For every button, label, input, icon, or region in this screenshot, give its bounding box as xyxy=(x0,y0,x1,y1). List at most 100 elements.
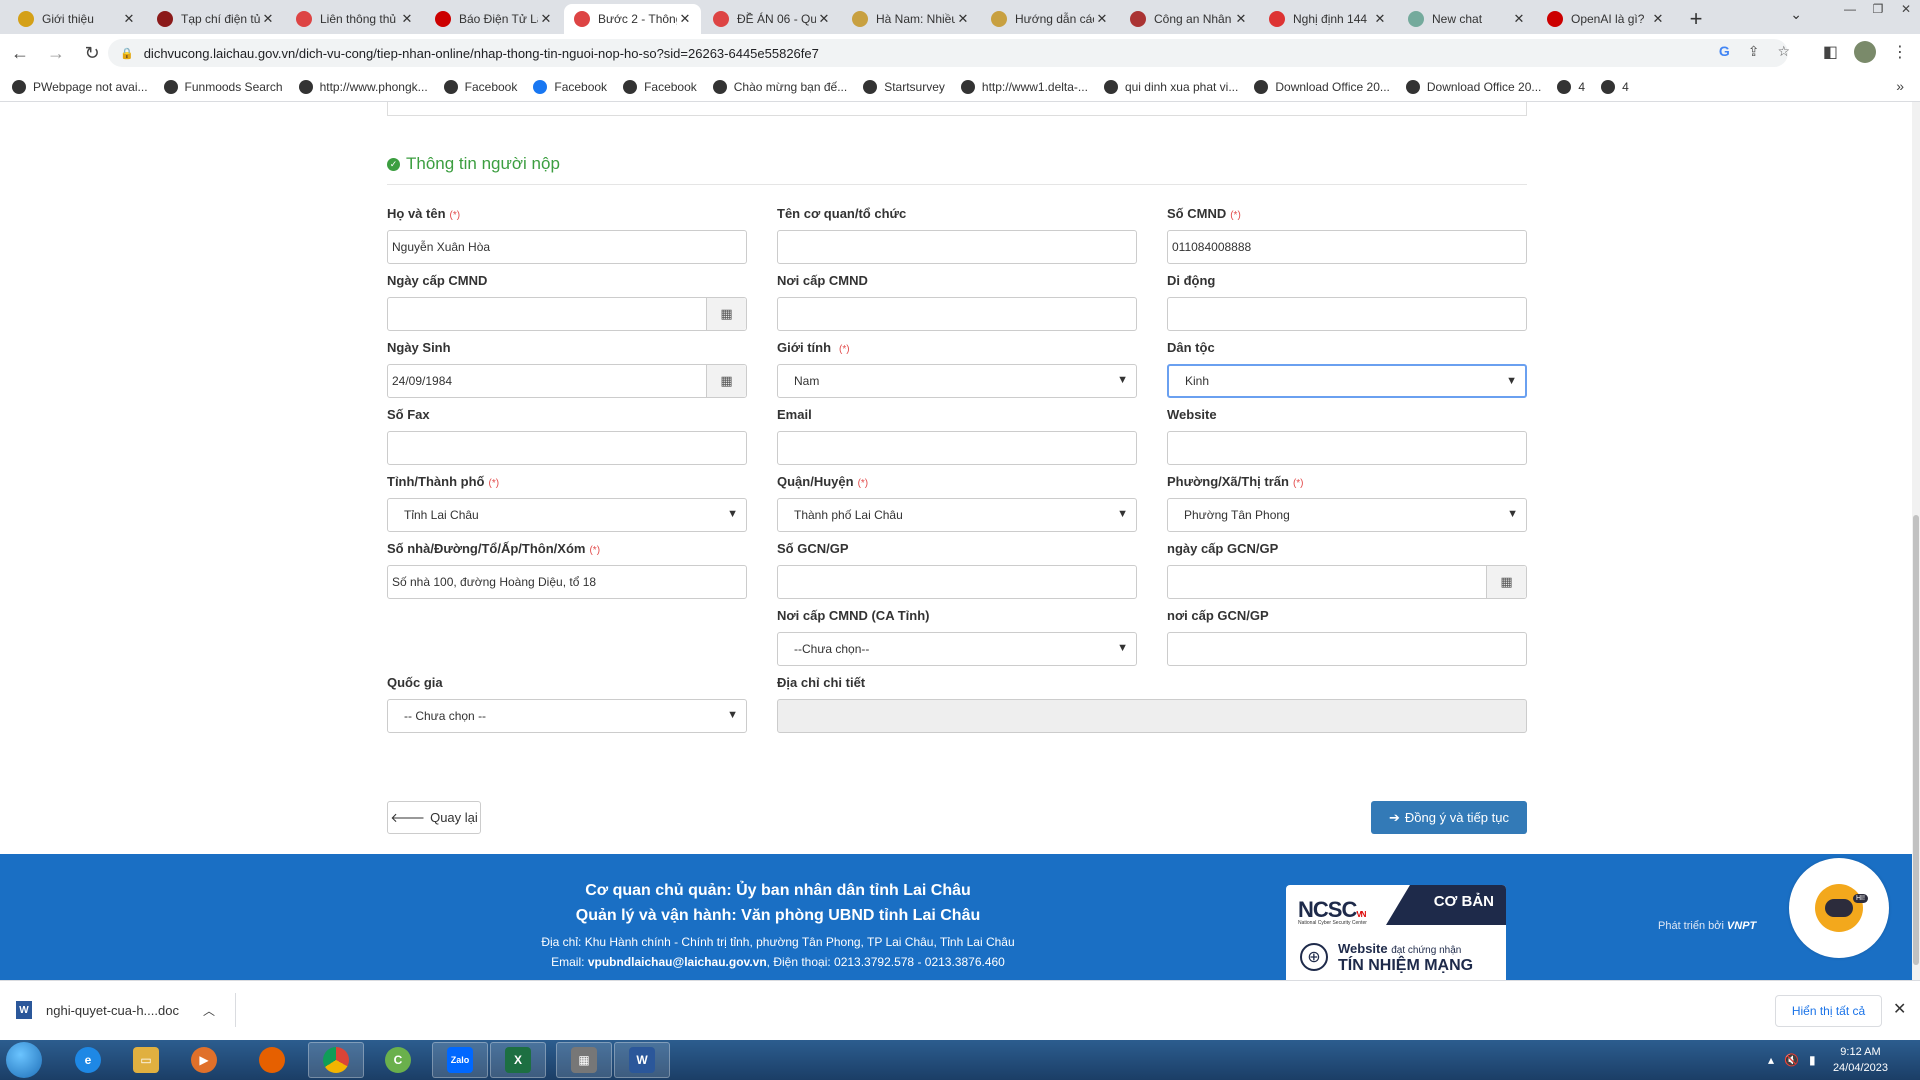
tab-search-icon[interactable]: ⌄ xyxy=(1790,6,1802,23)
ho-ten-input[interactable]: Nguyễn Xuân Hòa xyxy=(387,230,747,264)
bookmark-item[interactable]: Chào mừng bạn đế... xyxy=(712,79,847,94)
tab-close-icon[interactable]: ✕ xyxy=(1511,11,1527,27)
tab-close-icon[interactable]: ✕ xyxy=(399,11,415,27)
network-icon[interactable]: ▮ xyxy=(1809,1053,1816,1067)
tab-close-icon[interactable]: ✕ xyxy=(1233,11,1249,27)
so-gcn-input[interactable] xyxy=(777,565,1137,599)
taskbar-explorer[interactable]: ▭ xyxy=(118,1042,174,1078)
share-icon[interactable]: ⇪ xyxy=(1748,43,1760,60)
website-input[interactable] xyxy=(1167,431,1527,465)
so-fax-input[interactable] xyxy=(387,431,747,465)
reload-icon[interactable]: ↻ xyxy=(76,37,108,69)
tray-arrow-icon[interactable]: ▴ xyxy=(1768,1053,1774,1067)
so-cmnd-input[interactable]: 011084008888 xyxy=(1167,230,1527,264)
huyen-select[interactable]: Thành phố Lai Châu ▼ xyxy=(777,498,1137,532)
bookmark-item[interactable]: http://www.phongk... xyxy=(298,79,428,94)
profile-avatar[interactable] xyxy=(1854,41,1876,63)
tab-close-icon[interactable]: ✕ xyxy=(955,11,971,27)
noi-cap-input[interactable] xyxy=(777,297,1137,331)
bookmark-item[interactable]: http://www1.delta-... xyxy=(960,79,1088,94)
menu-dots-icon[interactable]: ⋮ xyxy=(1892,42,1908,62)
show-all-downloads-button[interactable]: Hiển thị tất cả xyxy=(1775,995,1882,1027)
browser-tab[interactable]: ĐỀ ÁN 06 - Quy ✕ xyxy=(703,4,840,34)
side-panel-icon[interactable]: ◧ xyxy=(1823,42,1838,62)
tab-close-icon[interactable]: ✕ xyxy=(1650,11,1666,27)
page-scrollbar[interactable] xyxy=(1912,102,1920,980)
bookmarks-more-icon[interactable]: » xyxy=(1896,78,1904,94)
tab-close-icon[interactable]: ✕ xyxy=(121,11,137,27)
back-button[interactable]: 🡐 Quay lại xyxy=(387,801,481,834)
email-input[interactable] xyxy=(777,431,1137,465)
bookmark-item[interactable]: Startsurvey xyxy=(863,79,945,94)
browser-tab[interactable]: Công an Nhân ✕ xyxy=(1120,4,1257,34)
browser-tab[interactable]: Liên thông thủ ✕ xyxy=(286,4,423,34)
back-arrow-icon[interactable]: ← xyxy=(4,37,36,69)
bookmark-item[interactable]: 4 xyxy=(1557,79,1585,94)
taskbar-calculator[interactable]: ▦ xyxy=(556,1042,612,1078)
browser-tab[interactable]: Giới thiệu ✕ xyxy=(8,4,145,34)
tab-close-icon[interactable]: ✕ xyxy=(260,11,276,27)
new-tab-button[interactable]: + xyxy=(1682,5,1710,33)
taskbar-word[interactable]: W xyxy=(614,1042,670,1078)
ngay-sinh-input[interactable]: 24/09/1984 ▦ xyxy=(387,364,747,398)
taskbar-firefox[interactable] xyxy=(244,1042,300,1078)
co-quan-input[interactable] xyxy=(777,230,1137,264)
taskbar-app-green[interactable]: C xyxy=(370,1042,426,1078)
browser-tab[interactable]: Hướng dẫn cách✕ xyxy=(981,4,1118,34)
restore-icon[interactable]: ❐ xyxy=(1864,0,1892,18)
chevron-up-icon[interactable]: ︿ xyxy=(203,1002,215,1019)
browser-tab[interactable]: Tạp chí điện tử ✕ xyxy=(147,4,284,34)
lock-icon[interactable]: 🔒 xyxy=(120,47,134,60)
bookmark-item[interactable]: qui dinh xua phat vi... xyxy=(1103,79,1238,94)
address-bar[interactable]: 🔒 dichvucong.laichau.gov.vn/dich-vu-cong… xyxy=(108,39,1788,67)
noi-cap-ca-select[interactable]: --Chưa chọn-- ▼ xyxy=(777,632,1137,666)
ngay-cap-gcn-input[interactable]: ▦ xyxy=(1167,565,1527,599)
scrollbar-thumb[interactable] xyxy=(1913,515,1919,965)
forward-arrow-icon[interactable]: → xyxy=(40,37,72,69)
calendar-icon[interactable]: ▦ xyxy=(1486,566,1526,598)
calendar-icon[interactable]: ▦ xyxy=(706,298,746,330)
dan-toc-select[interactable]: Kinh ▼ xyxy=(1167,364,1527,398)
bookmark-item[interactable]: Download Office 20... xyxy=(1405,79,1541,94)
close-download-bar-icon[interactable]: ✕ xyxy=(1893,999,1906,1019)
tab-close-icon[interactable]: ✕ xyxy=(538,11,554,27)
bookmark-item[interactable]: Facebook xyxy=(533,79,607,94)
bookmark-item[interactable]: Download Office 20... xyxy=(1254,79,1390,94)
url-text[interactable]: dichvucong.laichau.gov.vn/dich-vu-cong/t… xyxy=(144,46,819,61)
chatbot-button[interactable]: HI! xyxy=(1789,858,1889,958)
taskbar-chrome[interactable] xyxy=(308,1042,364,1078)
system-clock[interactable]: 9:12 AM 24/04/2023 xyxy=(1833,1044,1888,1076)
bookmark-item[interactable]: 4 xyxy=(1601,79,1629,94)
close-window-icon[interactable]: ✕ xyxy=(1892,0,1920,18)
agree-continue-button[interactable]: ➔ Đồng ý và tiếp tục xyxy=(1371,801,1527,834)
browser-tab[interactable]: New chat ✕ xyxy=(1398,4,1535,34)
tab-close-icon[interactable]: ✕ xyxy=(1094,11,1110,27)
browser-tab[interactable]: Bước 2 - Thông ✕ xyxy=(564,4,701,34)
minimize-icon[interactable]: — xyxy=(1836,0,1864,18)
browser-tab[interactable]: OpenAI là gì? ✕ xyxy=(1537,4,1674,34)
taskbar-media[interactable]: ▶ xyxy=(176,1042,232,1078)
taskbar-ie[interactable]: e xyxy=(60,1042,116,1078)
bookmark-item[interactable]: Facebook xyxy=(443,79,517,94)
download-item[interactable]: W nghi-quyet-cua-h....doc ︿ xyxy=(16,993,236,1027)
calendar-icon[interactable]: ▦ xyxy=(706,365,746,397)
di-dong-input[interactable] xyxy=(1167,297,1527,331)
tinh-select[interactable]: Tỉnh Lai Châu ▼ xyxy=(387,498,747,532)
quoc-gia-select[interactable]: -- Chưa chọn -- ▼ xyxy=(387,699,747,733)
bookmark-item[interactable]: PWebpage not avai... xyxy=(12,79,148,94)
so-nha-input[interactable]: Số nhà 100, đường Hoàng Diệu, tổ 18 xyxy=(387,565,747,599)
browser-tab[interactable]: Nghị định 144 ✕ xyxy=(1259,4,1396,34)
volume-muted-icon[interactable]: 🔇 xyxy=(1784,1053,1799,1067)
google-icon[interactable]: G xyxy=(1719,43,1730,60)
noi-cap-gcn-input[interactable] xyxy=(1167,632,1527,666)
footer-email-link[interactable]: vpubndlaichau@laichau.gov.vn xyxy=(588,955,767,969)
tab-close-icon[interactable]: ✕ xyxy=(677,11,693,27)
browser-tab[interactable]: Hà Nam: Nhiều ✕ xyxy=(842,4,979,34)
tab-close-icon[interactable]: ✕ xyxy=(1372,11,1388,27)
bookmark-item[interactable]: Facebook xyxy=(623,79,697,94)
tab-close-icon[interactable]: ✕ xyxy=(816,11,832,27)
taskbar-excel[interactable]: X xyxy=(490,1042,546,1078)
gioi-tinh-select[interactable]: Nam ▼ xyxy=(777,364,1137,398)
taskbar-zalo[interactable]: Zalo xyxy=(432,1042,488,1078)
start-button[interactable] xyxy=(6,1042,42,1078)
